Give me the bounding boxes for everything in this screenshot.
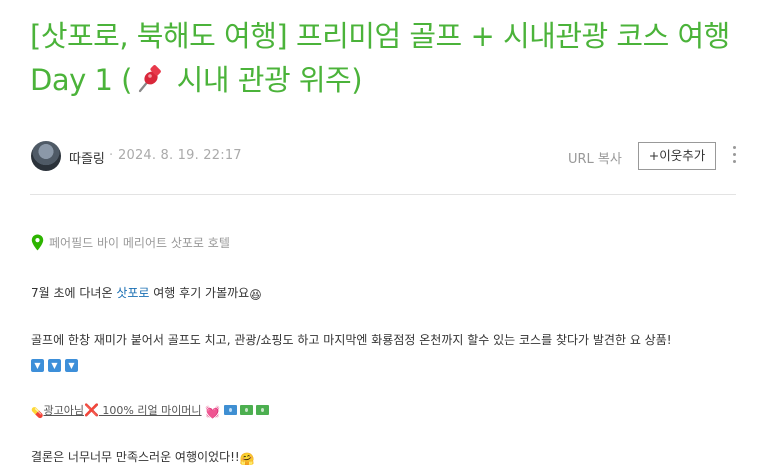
add-neighbor-button[interactable]: +이웃추가 [638,142,716,170]
conclusion-text: 결론은 너무너무 만족스러운 여행이었다!! [31,450,240,464]
meta-separator: · [109,148,114,163]
grinning-face-icon: 😆 [249,288,262,302]
down-arrow-icon: ▼ [65,359,78,372]
paragraph-disclaimer: 💊광고아님❌ 100% 리얼 마이머니 💓 [31,400,272,424]
down-arrow-icon: ▼ [31,359,44,372]
paragraph-golf: 골프에 한창 재미가 붙어서 골프도 치고, 관광/쇼핑도 하고 마지막엔 화룡… [31,333,672,347]
money-icon [256,405,270,415]
header-divider [30,194,736,195]
heart-icon: 💓 [205,405,221,419]
author-name[interactable]: 따즐링 [69,148,105,167]
money-icon [240,405,254,415]
money-icon [224,405,238,415]
pill-icon: 💊 [31,408,44,419]
hugging-face-icon: 🤗 [239,452,255,466]
place-name: 페어필드 바이 메리어트 삿포로 호텔 [49,236,230,250]
down-arrow-icon: ▼ [48,359,61,372]
intro-text-before: 7월 초에 다녀온 [31,286,117,300]
cross-mark-icon: ❌ [83,403,99,417]
post-title-part2: 시내 관광 위주) [167,63,363,97]
arrow-row: ▼ ▼ ▼ [31,352,82,372]
author-row: 따즐링 · 2024. 8. 19. 22:17 URL 복사 +이웃추가 [31,141,743,173]
location-pin-icon [31,234,44,251]
real-my-money-text: 100% 리얼 마이머니 [98,404,202,417]
paragraph-intro: 7월 초에 다녀온 삿포로 여행 후기 가볼까요😆 [31,283,262,305]
intro-text-after: 여행 후기 가볼까요 [149,286,250,300]
post-title: [삿포로, 북해도 여행] 프리미엄 골프 + 시내관광 코스 여행 Day 1… [30,14,750,102]
more-vertical-icon[interactable] [729,146,739,168]
post-date: 2024. 8. 19. 22:17 [118,148,242,163]
avatar[interactable] [31,141,61,171]
not-ad-text: 광고아님 [43,404,84,417]
pushpin-icon [138,65,161,93]
paragraph-conclusion: 결론은 너무너무 만족스러운 여행이었다!!🤗 [31,447,255,469]
sapporo-link[interactable]: 삿포로 [116,286,149,300]
url-copy-button[interactable]: URL 복사 [568,148,622,167]
